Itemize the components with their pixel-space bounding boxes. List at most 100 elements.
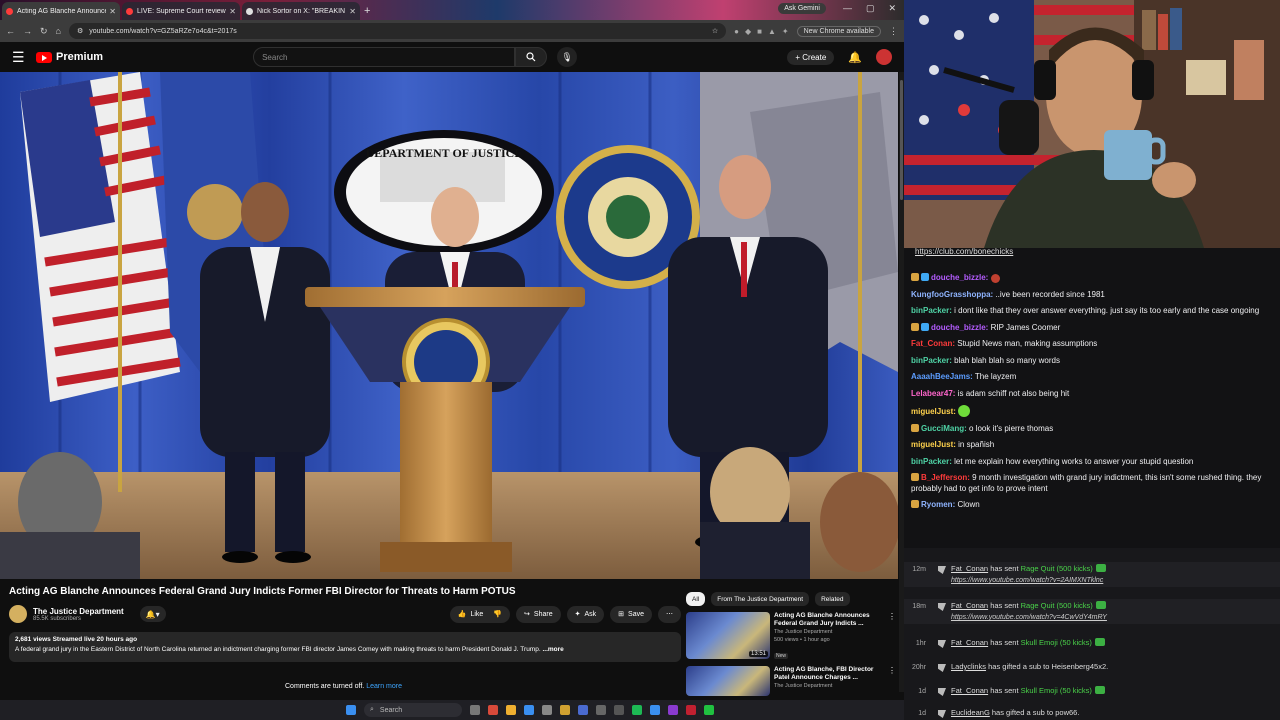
- event-username[interactable]: Fat_Conan: [951, 564, 988, 573]
- app-icon[interactable]: [650, 705, 660, 715]
- tab-supreme-court[interactable]: LIVE: Supreme Court reviews T ✕: [122, 2, 240, 20]
- tab-acting-ag[interactable]: Acting AG Blanche Announces ✕: [2, 2, 120, 20]
- windows-start-icon[interactable]: [346, 705, 356, 715]
- chrome-menu-icon[interactable]: ⋮: [889, 26, 898, 37]
- close-tab-icon[interactable]: ✕: [349, 7, 356, 16]
- app-icon[interactable]: [524, 705, 534, 715]
- share-button[interactable]: ↪ Share: [516, 605, 561, 623]
- related-video[interactable]: Acting AG Blanche, FBI Director Patel An…: [686, 666, 896, 696]
- task-view-icon[interactable]: [470, 705, 480, 715]
- app-icon[interactable]: [488, 705, 498, 715]
- spotify-icon[interactable]: [632, 705, 642, 715]
- create-button[interactable]: + Create: [787, 49, 835, 65]
- chip-related[interactable]: Related: [815, 592, 850, 606]
- address-bar[interactable]: ⚙ youtube.com/watch?v=GZ5aRZe7o4c&t=2017…: [68, 23, 727, 39]
- extensions-puzzle-icon[interactable]: ✦: [782, 27, 789, 36]
- close-window-icon[interactable]: ✕: [888, 3, 896, 14]
- extension-icon[interactable]: ◆: [745, 27, 751, 36]
- voice-search-mic-icon[interactable]: 🎙: [557, 47, 578, 67]
- save-label: Save: [628, 610, 644, 618]
- app-icon[interactable]: [542, 705, 552, 715]
- chat-username[interactable]: binPacker:: [911, 457, 952, 466]
- channel-name[interactable]: The Justice Department: [33, 607, 124, 616]
- search-button[interactable]: [515, 47, 548, 67]
- event-username[interactable]: EuclideanG: [951, 708, 990, 717]
- forward-icon[interactable]: →: [23, 26, 32, 36]
- taskbar-search[interactable]: ⌕ Search: [364, 703, 462, 717]
- back-icon[interactable]: ←: [6, 26, 15, 36]
- chat-username[interactable]: GucciMang:: [921, 424, 967, 433]
- new-chrome-available-button[interactable]: New Chrome available: [796, 25, 881, 37]
- app-icon[interactable]: [578, 705, 588, 715]
- app-icon[interactable]: [686, 705, 696, 715]
- chat-username[interactable]: binPacker:: [911, 356, 952, 365]
- related-menu-icon[interactable]: ⋮: [888, 612, 896, 662]
- channel-avatar[interactable]: [9, 605, 27, 623]
- save-button[interactable]: ⊞ Save: [610, 605, 652, 623]
- ask-gemini-button[interactable]: Ask Gemini: [778, 3, 826, 14]
- learn-more-link[interactable]: Learn more: [366, 683, 402, 690]
- app-icon[interactable]: [596, 705, 606, 715]
- related-thumbnail[interactable]: 13:51: [686, 612, 770, 659]
- chat-username[interactable]: miguelJust:: [911, 407, 956, 416]
- notifications-bell-icon[interactable]: 🔔: [848, 51, 862, 64]
- like-button[interactable]: 👍 Like 👎: [449, 605, 511, 623]
- folder-icon[interactable]: [560, 705, 570, 715]
- event-gift: Skull Emoji (50 kicks): [1020, 638, 1092, 647]
- ask-button[interactable]: ✦ Ask: [566, 605, 605, 623]
- related-title[interactable]: Acting AG Blanche, FBI Director Patel An…: [774, 666, 874, 682]
- avatar[interactable]: [876, 49, 892, 65]
- more-link[interactable]: ...more: [542, 646, 563, 653]
- chat-username[interactable]: KungfooGrasshoppa:: [911, 290, 993, 299]
- event-username[interactable]: Fat_Conan: [951, 601, 988, 610]
- event-link[interactable]: https://www.youtube.com/watch?v=4CwVdY4m…: [951, 614, 1107, 621]
- chat-username[interactable]: B_Jefferson:: [921, 473, 970, 482]
- search-input[interactable]: Search: [253, 47, 516, 67]
- thumbs-down-icon[interactable]: 👎: [493, 610, 502, 618]
- event-username[interactable]: Fat_Conan: [951, 686, 988, 695]
- extension-icon[interactable]: ●: [734, 27, 739, 36]
- site-info-icon[interactable]: ⚙: [77, 27, 83, 35]
- chat-username[interactable]: miguelJust:: [911, 440, 956, 449]
- related-video[interactable]: 13:51 Acting AG Blanche Announces Federa…: [686, 612, 896, 662]
- chat-username[interactable]: douche_bizzle:: [931, 323, 988, 332]
- close-tab-icon[interactable]: ✕: [109, 7, 116, 16]
- extension-icon[interactable]: ▲: [768, 27, 776, 36]
- page-scrollbar-thumb[interactable]: [900, 80, 903, 200]
- chat-username[interactable]: Ryomen:: [921, 500, 955, 509]
- app-icon[interactable]: [704, 705, 714, 715]
- reload-icon[interactable]: ↻: [40, 26, 48, 37]
- minimize-icon[interactable]: —: [843, 3, 852, 14]
- chat-username[interactable]: AaaahBeeJams:: [911, 372, 973, 381]
- extension-icon[interactable]: ■: [757, 27, 762, 36]
- app-icon[interactable]: [614, 705, 624, 715]
- home-icon[interactable]: ⌂: [56, 26, 61, 36]
- more-actions-button[interactable]: ⋯: [658, 605, 681, 623]
- chip-from-channel[interactable]: From The Justice Department: [711, 592, 810, 606]
- kick-logo-icon: [938, 566, 946, 574]
- app-icon[interactable]: [668, 705, 678, 715]
- bookmark-star-icon[interactable]: ☆: [712, 27, 718, 35]
- subscription-bell-button[interactable]: 🔔▾: [139, 606, 166, 622]
- chat-username[interactable]: douche_bizzle:: [931, 273, 988, 282]
- event-link[interactable]: https://www.youtube.com/watch?v=2AIMXNTk…: [951, 577, 1106, 584]
- related-menu-icon[interactable]: ⋮: [888, 666, 896, 696]
- close-tab-icon[interactable]: ✕: [229, 7, 236, 16]
- description-box[interactable]: 2,681 views Streamed live 20 hours ago A…: [9, 632, 681, 662]
- youtube-logo[interactable]: Premium: [36, 51, 103, 63]
- menu-icon[interactable]: ☰: [12, 49, 36, 66]
- new-tab-button[interactable]: +: [364, 2, 370, 20]
- tab-nick-sortor[interactable]: Nick Sortor on X: "BREAKIN ✕: [242, 2, 360, 20]
- chat-username[interactable]: binPacker:: [911, 306, 952, 315]
- event-username[interactable]: Fat_Conan: [951, 638, 988, 647]
- event-username[interactable]: Ladyclinks: [951, 662, 986, 671]
- related-thumbnail[interactable]: [686, 666, 770, 696]
- maximize-icon[interactable]: ▢: [866, 3, 875, 14]
- chat-username[interactable]: Fat_Conan:: [911, 339, 955, 348]
- chrome-icon[interactable]: [506, 705, 516, 715]
- related-title[interactable]: Acting AG Blanche Announces Federal Gran…: [774, 612, 874, 628]
- video-player[interactable]: DEPARTMENT OF JUSTICE: [0, 72, 898, 579]
- chip-all[interactable]: All: [686, 592, 706, 606]
- chat-pinned-link[interactable]: https://club.com/bonechicks: [915, 248, 1280, 256]
- chat-username[interactable]: Lelabear47:: [911, 389, 955, 398]
